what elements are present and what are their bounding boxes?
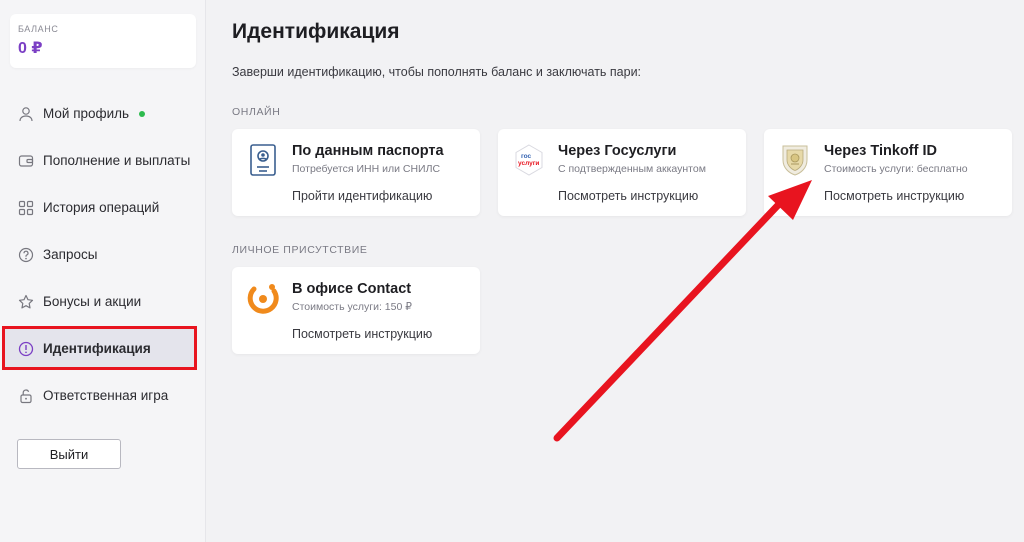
gosuslugi-instruction-link[interactable]: Посмотреть инструкцию: [558, 189, 698, 203]
card-passport[interactable]: По данным паспорта Потребуется ИНН или С…: [232, 129, 480, 216]
passport-verify-link[interactable]: Пройти идентификацию: [292, 189, 432, 203]
card-title: По данным паспорта: [292, 143, 444, 159]
page-title: Идентификация: [232, 20, 400, 43]
question-icon: [17, 246, 35, 264]
sidebar-item-bonuses[interactable]: Бонусы и акции: [0, 278, 206, 325]
card-title: Через Госуслуги: [558, 143, 677, 159]
star-icon: [17, 293, 35, 311]
card-subtitle: Стоимость услуги: бесплатно: [824, 163, 968, 175]
sidebar-item-label: Пополнение и выплаты: [43, 153, 191, 168]
card-subtitle: С подтвержденным аккаунтом: [558, 163, 706, 175]
exclamation-icon: [17, 340, 35, 358]
sidebar: БАЛАНС 0 ₽ Мой профиль Пополнение и выпл…: [0, 0, 206, 542]
card-subtitle: Потребуется ИНН или СНИЛС: [292, 163, 441, 175]
balance-card: БАЛАНС 0 ₽: [10, 14, 196, 68]
sidebar-item-label: История операций: [43, 200, 160, 215]
sidebar-item-profile[interactable]: Мой профиль: [0, 90, 206, 137]
wallet-icon: [17, 152, 35, 170]
card-subtitle: Стоимость услуги: 150 ₽: [292, 301, 412, 313]
sidebar-item-requests[interactable]: Запросы: [0, 231, 206, 278]
sidebar-item-label: Запросы: [43, 247, 98, 262]
sidebar-item-identification[interactable]: Идентификация: [0, 325, 206, 372]
tinkoff-instruction-link[interactable]: Посмотреть инструкцию: [824, 189, 964, 203]
sidebar-item-label: Ответственная игра: [43, 388, 169, 403]
passport-icon: [246, 143, 280, 177]
sidebar-item-label: Мой профиль: [43, 106, 130, 121]
card-contact[interactable]: В офисе Contact Стоимость услуги: 150 ₽ …: [232, 267, 480, 354]
sidebar-item-responsible-gaming[interactable]: Ответственная игра: [0, 372, 206, 419]
grid-icon: [17, 199, 35, 217]
card-gosuslugi[interactable]: гос услуги Через Госуслуги С подтвержден…: [498, 129, 746, 216]
contact-logo-icon: [246, 281, 280, 315]
tinkoff-logo-icon: [778, 143, 812, 177]
online-status-dot: [139, 110, 146, 117]
gosuslugi-logo-text-top: гос: [521, 153, 532, 160]
gosuslugi-logo-text-bottom: услуги: [518, 160, 539, 167]
card-title: В офисе Contact: [292, 281, 412, 297]
page-subtitle: Заверши идентификацию, чтобы пополнять б…: [232, 65, 642, 79]
card-title: Через Tinkoff ID: [824, 143, 937, 159]
sidebar-item-label: Бонусы и акции: [43, 294, 142, 309]
sidebar-item-deposits[interactable]: Пополнение и выплаты: [0, 137, 206, 184]
main-content: Идентификация Заверши идентификацию, что…: [207, 0, 1024, 542]
lock-icon: [17, 387, 35, 405]
contact-instruction-link[interactable]: Посмотреть инструкцию: [292, 327, 432, 341]
user-icon: [17, 105, 35, 123]
balance-label: БАЛАНС: [18, 24, 59, 34]
gosuslugi-logo-icon: гос услуги: [512, 143, 546, 177]
section-header-online: ОНЛАЙН: [232, 106, 281, 118]
card-tinkoff[interactable]: Через Tinkoff ID Стоимость услуги: беспл…: [764, 129, 1012, 216]
sidebar-item-label: Идентификация: [43, 341, 151, 356]
sidebar-nav: Мой профиль Пополнение и выплаты История…: [0, 90, 206, 419]
logout-button[interactable]: Выйти: [17, 439, 121, 469]
balance-value: 0 ₽: [18, 40, 43, 57]
sidebar-item-history[interactable]: История операций: [0, 184, 206, 231]
section-header-personal: ЛИЧНОЕ ПРИСУТСТВИЕ: [232, 244, 368, 256]
